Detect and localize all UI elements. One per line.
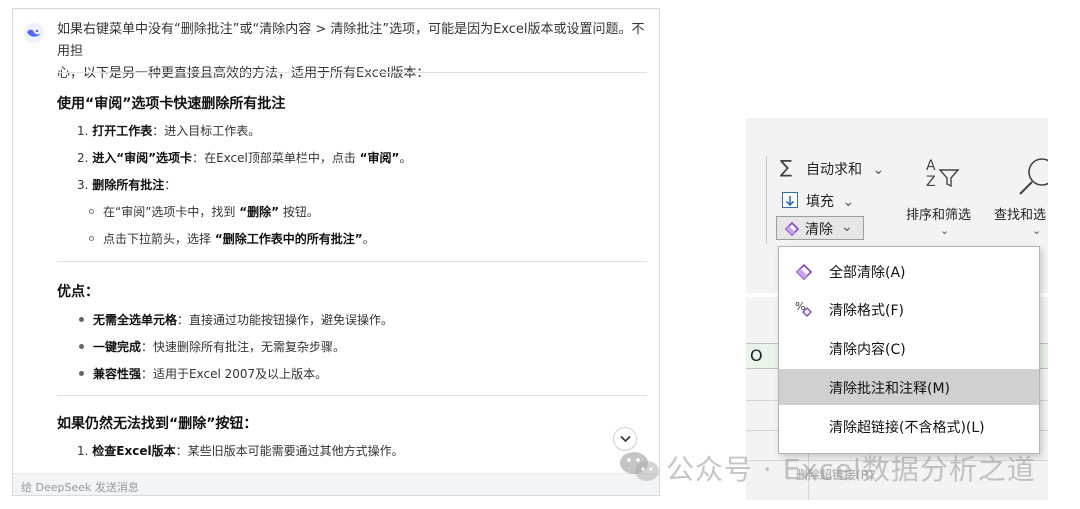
sub-list-item-1: 在“审阅”选项卡中，找到 “删除” 按钮。 — [89, 204, 319, 220]
list-item-step-1: 1. 打开工作表：进入目标工作表。 — [77, 123, 260, 139]
pro-bold: 一键完成 — [93, 340, 142, 354]
step-bold-2: “审阅” — [359, 151, 400, 165]
autosum-label: 自动求和 — [806, 162, 862, 178]
substep-bold: “删除” — [239, 205, 280, 219]
chevron-down-icon: ⌄ — [1032, 224, 1042, 237]
bullet-icon — [79, 344, 84, 349]
pro-text: ：直接通过功能按钮操作，避免误操作。 — [177, 313, 394, 327]
pro-text: ：快速删除所有批注，无需复杂步骤。 — [141, 340, 346, 354]
menu-item-clear-contents[interactable]: 清除内容(C) — [779, 330, 1039, 366]
sub-list-item-2: 点击下拉箭头，选择 “删除工作表中的所有批注”。 — [89, 231, 375, 247]
scroll-to-bottom-button[interactable] — [613, 427, 637, 451]
clear-label: 清除 — [805, 222, 833, 238]
step-number: 3. — [77, 178, 89, 192]
clear-dropdown-menu: 全部清除(A) % 清除格式(F) 清除内容(C) 清除批注和注释(M) 清除超… — [778, 246, 1040, 454]
substep-bold: “删除工作表中的所有批注” — [214, 232, 363, 246]
chat-panel: 如果右键菜单中没有“删除批注”或“清除内容 > 清除批注”选项，可能是因为Exc… — [12, 8, 660, 496]
step-text: ：进入目标工作表。 — [152, 124, 261, 138]
substep-text: 在“审阅”选项卡中，找到 — [103, 205, 240, 219]
column-header-o[interactable]: O — [750, 346, 763, 365]
step-bold: 打开工作表 — [92, 124, 153, 138]
section-title-review-tab: 使用“审阅”选项卡快速删除所有批注 — [57, 96, 286, 112]
divider — [57, 395, 647, 396]
autosum-sigma-icon: ∑ — [780, 157, 793, 178]
menu-item-clear-comments[interactable]: 清除批注和注释(M) — [779, 369, 1039, 405]
bullet-icon — [79, 317, 84, 322]
svg-text:A: A — [926, 158, 936, 174]
step-text: ：某些旧版本可能需要通过其他方式操作。 — [175, 444, 404, 458]
circle-bullet-icon — [89, 209, 94, 214]
assistant-intro: 如果右键菜单中没有“删除批注”或“清除内容 > 清除批注”选项，可能是因为Exc… — [57, 19, 647, 85]
list-item-step-3: 3. 删除所有批注： — [77, 177, 176, 193]
pro-text: ：适用于Excel 2007及以上版本。 — [141, 367, 328, 381]
step-text: ： — [164, 178, 177, 192]
chevron-down-icon: ⌄ — [842, 194, 855, 210]
substep-text-2: 。 — [362, 232, 375, 246]
svg-text:Z: Z — [926, 174, 936, 190]
list-item-step-2: 2. 进入“审阅”选项卡：在Excel顶部菜单栏中，点击 “审阅”。 — [77, 150, 411, 166]
chevron-down-icon: ⌄ — [841, 219, 853, 235]
step-text-2: 。 — [399, 151, 412, 165]
substep-text-2: 按钮。 — [279, 205, 319, 219]
list-item-pro-3: 兼容性强：适用于Excel 2007及以上版本。 — [79, 366, 327, 382]
divider — [57, 261, 647, 262]
deepseek-whale-icon — [24, 23, 44, 43]
divider — [57, 72, 647, 73]
pro-bold: 无需全选单元格 — [93, 313, 178, 327]
message-input-placeholder: 给 DeepSeek 发送消息 — [21, 481, 139, 494]
substep-text: 点击下拉箭头，选择 — [103, 232, 215, 246]
list-item-pro-1: 无需全选单元格：直接通过功能按钮操作，避免误操作。 — [79, 312, 393, 328]
group-separator — [766, 156, 767, 244]
list-item-check-version: 1. 检查Excel版本：某些旧版本可能需要通过其他方式操作。 — [77, 443, 404, 459]
step-bold: 删除所有批注 — [92, 178, 165, 192]
menu-item-clear-all[interactable]: 全部清除(A) — [779, 253, 1039, 289]
sort-filter-button[interactable]: 排序和筛选 — [906, 204, 971, 223]
step-number: 1. — [77, 444, 89, 458]
menu-item-label: 清除批注和注释(M) — [829, 381, 951, 397]
menu-item-clear-hyperlinks[interactable]: 清除超链接(不含格式)(L) — [779, 408, 1039, 444]
intro-line-1: 如果右键菜单中没有“删除批注”或“清除内容 > 清除批注”选项，可能是因为Exc… — [57, 22, 645, 59]
fill-label: 填充 — [806, 194, 834, 210]
sort-filter-icon: A Z — [926, 158, 960, 190]
intro-line-2: 心，以下是另一种更直接且高效的方法，适用于所有Excel版本： — [57, 66, 430, 81]
menu-item-label: 清除超链接(不含格式)(L) — [829, 420, 985, 436]
menu-item-label: 全部清除(A) — [829, 265, 906, 281]
menu-item-clear-formats[interactable]: % 清除格式(F) — [779, 291, 1039, 327]
autosum-button[interactable]: 自动求和 ⌄ — [806, 159, 884, 179]
step-bold: 检查Excel版本 — [92, 444, 176, 458]
clear-formats-icon: % — [795, 300, 812, 317]
menu-item-label: 清除内容(C) — [829, 342, 906, 358]
chevron-down-icon: ⌄ — [940, 224, 950, 237]
message-input[interactable]: 给 DeepSeek 发送消息 — [13, 473, 659, 495]
bullet-icon — [79, 371, 84, 376]
find-select-button[interactable]: 查找和选 — [994, 204, 1046, 223]
section-title-not-found: 如果仍然无法找到“删除”按钮： — [57, 416, 258, 432]
step-text: ：在Excel顶部菜单栏中，点击 — [192, 151, 360, 165]
chevron-down-icon — [620, 435, 631, 443]
eraser-icon — [784, 221, 800, 236]
fill-down-icon — [782, 192, 798, 208]
fill-button[interactable]: 填充 ⌄ — [806, 191, 854, 211]
wechat-icon — [620, 452, 659, 481]
list-item-pro-2: 一键完成：快速删除所有批注，无需复杂步骤。 — [79, 339, 345, 355]
clear-button[interactable]: 清除 ⌄ — [776, 216, 864, 240]
step-number: 1. — [77, 124, 89, 138]
chevron-down-icon: ⌄ — [872, 162, 885, 178]
step-number: 2. — [77, 151, 89, 165]
eraser-icon — [795, 263, 813, 280]
pro-bold: 兼容性强 — [93, 367, 142, 381]
find-select-icon — [1019, 158, 1048, 195]
watermark-text: 公众号 · Excel数据分析之道 — [666, 453, 1036, 486]
step-bold: 进入“审阅”选项卡 — [92, 151, 193, 165]
circle-bullet-icon — [89, 236, 94, 241]
menu-item-label: 清除格式(F) — [829, 303, 904, 319]
section-title-advantages: 优点： — [57, 284, 99, 300]
